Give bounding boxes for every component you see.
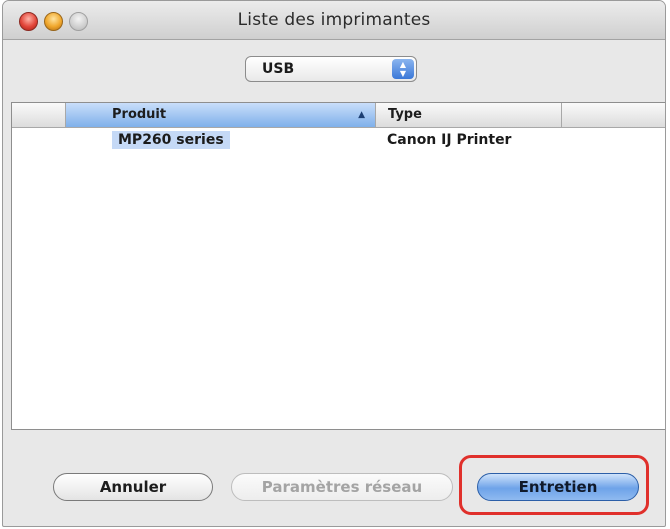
network-settings-button[interactable]: Paramètres réseau [231, 473, 453, 501]
sort-ascending-icon: ▲ [358, 110, 365, 120]
column-header-type-label: Type [388, 107, 422, 122]
column-header-produit-label: Produit [112, 107, 167, 122]
highlight-annotation-ring [459, 455, 649, 515]
updown-arrows-icon: ▲ ▼ [392, 59, 414, 79]
column-header-produit[interactable]: Produit ▲ [66, 103, 376, 127]
printer-table: Produit ▲ Type MP260 series Canon IJ Pri… [11, 102, 665, 430]
table-header: Produit ▲ Type [12, 103, 665, 128]
cell-produit: MP260 series [112, 131, 230, 149]
cancel-button[interactable]: Annuler [53, 473, 213, 501]
printer-list-window: Liste des imprimantes USB ▲ ▼ Produit ▲ T… [2, 0, 666, 527]
window-title: Liste des imprimantes [237, 10, 431, 30]
cell-type: Canon IJ Printer [387, 132, 512, 148]
connection-type-popup[interactable]: USB ▲ ▼ [245, 56, 417, 82]
column-header-type[interactable]: Type [376, 103, 562, 127]
column-header-blank [12, 103, 66, 127]
connection-type-value: USB [262, 61, 295, 77]
title-bar: Liste des imprimantes [3, 1, 665, 40]
table-row[interactable]: MP260 series Canon IJ Printer [12, 129, 665, 151]
column-header-blank-trailing [562, 103, 665, 127]
